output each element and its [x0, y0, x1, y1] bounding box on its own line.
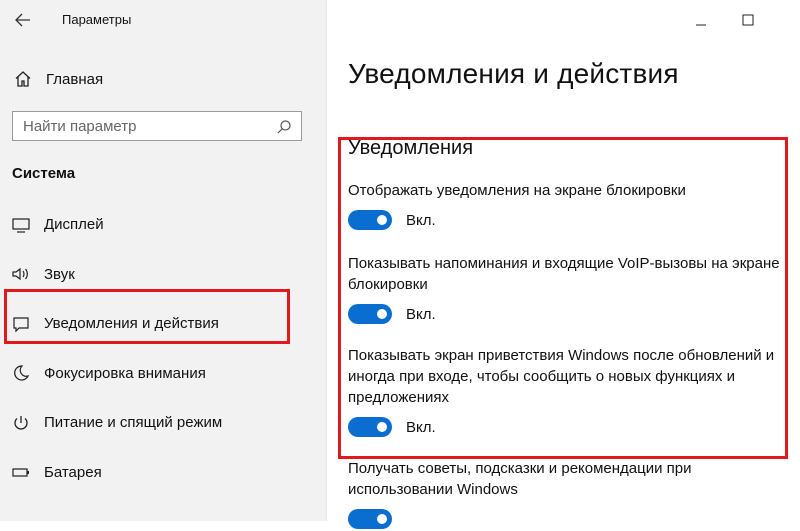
- sidebar-item-sound[interactable]: Звук: [0, 250, 326, 300]
- sidebar-item-label: Главная: [46, 70, 104, 88]
- setting-toggle-row: Вкл.: [348, 208, 436, 232]
- sidebar-item-power[interactable]: Питание и спящий режим: [0, 398, 326, 448]
- section-heading: Уведомления: [348, 137, 474, 159]
- setting-description: Получать советы, подсказки и рекомендаци…: [348, 460, 692, 498]
- moon-icon: [10, 362, 32, 384]
- setting-toggle-row: Вкл.: [348, 302, 436, 326]
- tips-toggle[interactable]: [348, 509, 392, 529]
- sidebar-item-label: Питание и спящий режим: [44, 414, 223, 432]
- sidebar: Параметры Главная Система Дисплей: [0, 0, 327, 521]
- setting-description: Показывать напоминания и входящие VoIP-в…: [348, 255, 780, 293]
- setting-description: Отображать уведомления на экране блокиро…: [348, 182, 686, 199]
- lockscreen-notifications-toggle[interactable]: [348, 210, 392, 230]
- section-title: Система: [12, 165, 76, 182]
- toggle-knob: [377, 309, 387, 319]
- home-icon: [12, 68, 34, 90]
- sidebar-item-label: Фокусировка внимания: [44, 364, 206, 382]
- page-title: Уведомления и действия: [348, 58, 679, 89]
- toggle-knob: [377, 215, 387, 225]
- toggle-knob: [377, 514, 387, 524]
- toggle-state-label: Вкл.: [406, 305, 436, 323]
- title-bar: Параметры: [0, 0, 326, 40]
- toggle-knob: [377, 422, 387, 432]
- setting-description: Показывать экран приветствия Windows пос…: [348, 347, 775, 406]
- power-icon: [10, 412, 32, 434]
- search-input[interactable]: [13, 112, 275, 140]
- toggle-state-label: Вкл.: [406, 418, 436, 436]
- back-arrow-icon: [12, 9, 34, 31]
- display-icon: [10, 214, 32, 236]
- sidebar-item-notifications[interactable]: Уведомления и действия: [0, 299, 326, 349]
- sidebar-item-home[interactable]: Главная: [0, 64, 326, 94]
- sidebar-item-label: Батарея: [44, 463, 102, 481]
- lockscreen-reminders-toggle[interactable]: [348, 304, 392, 324]
- app-title: Параметры: [62, 12, 132, 27]
- sidebar-item-focus-assist[interactable]: Фокусировка внимания: [0, 349, 326, 399]
- toggle-state-label: Вкл.: [406, 211, 436, 229]
- settings-window: Параметры Главная Система Дисплей: [0, 0, 800, 529]
- sidebar-nav: Дисплей Звук Уведомления и действия Фоку…: [0, 200, 326, 497]
- setting-toggle-row: Вкл.: [348, 415, 436, 439]
- main-content: Уведомления и действия Уведомления Отобр…: [327, 0, 800, 529]
- sidebar-item-label: Уведомления и действия: [44, 315, 219, 333]
- speaker-icon: [10, 263, 32, 285]
- sidebar-item-battery[interactable]: Батарея: [0, 448, 326, 498]
- search-icon[interactable]: [273, 116, 295, 138]
- battery-icon: [10, 461, 32, 483]
- welcome-experience-toggle[interactable]: [348, 417, 392, 437]
- sidebar-item-label: Звук: [44, 265, 75, 283]
- sidebar-item-display[interactable]: Дисплей: [0, 200, 326, 250]
- sidebar-item-label: Дисплей: [44, 216, 104, 234]
- back-button[interactable]: [8, 6, 38, 34]
- setting-toggle-row: [348, 507, 392, 531]
- search-box[interactable]: [12, 111, 302, 141]
- notification-icon: [10, 313, 32, 335]
